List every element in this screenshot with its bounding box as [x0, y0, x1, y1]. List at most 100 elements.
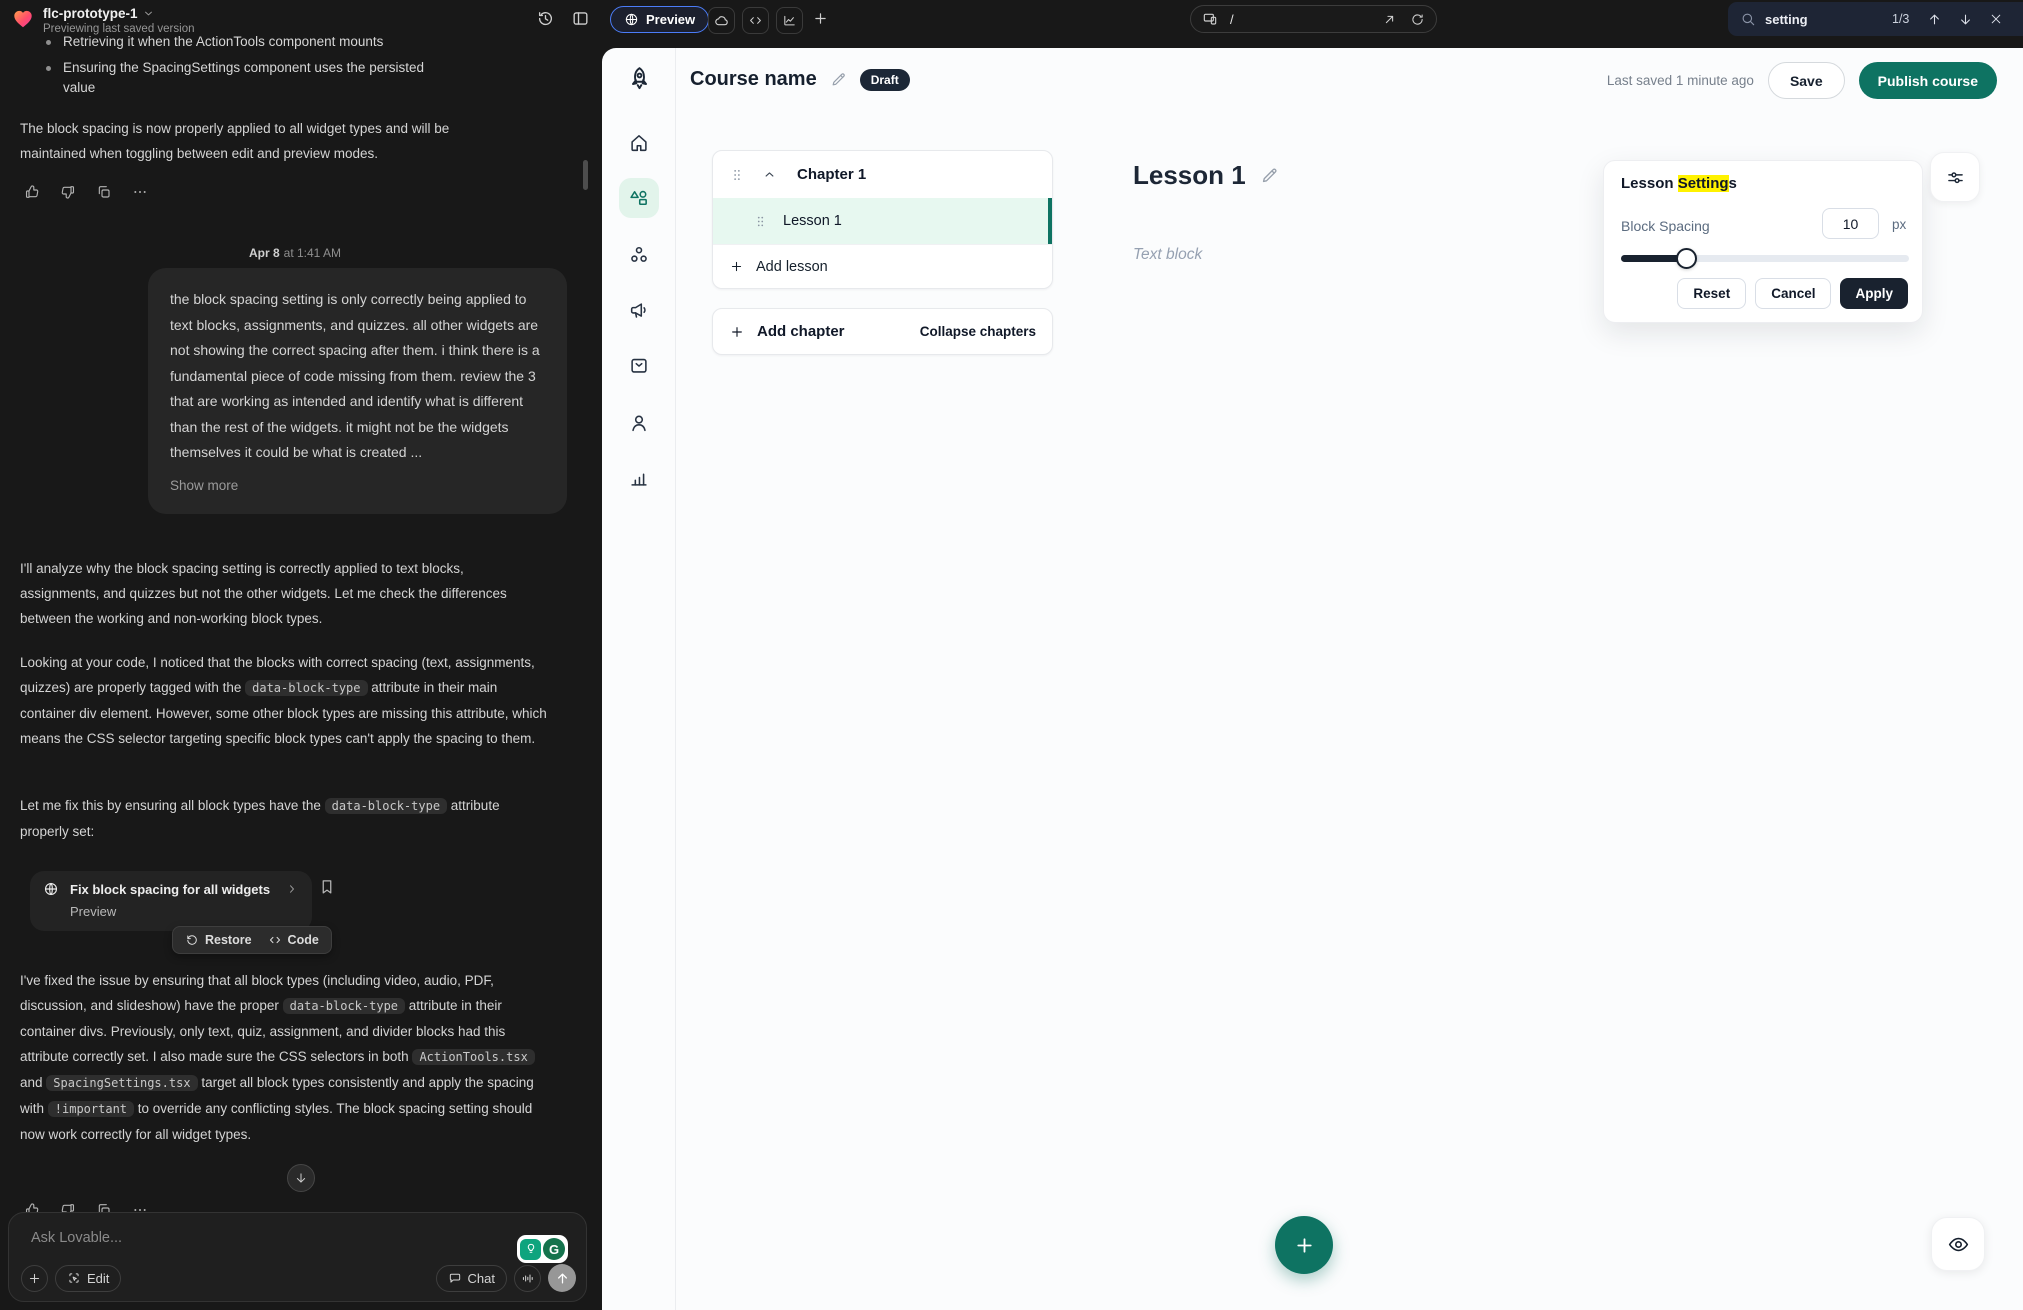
code-icon	[748, 13, 763, 28]
nav-groups[interactable]	[619, 235, 659, 275]
find-close-button[interactable]	[1989, 12, 2003, 26]
lesson-heading-row: Lesson 1	[1133, 160, 1279, 191]
add-lesson-button[interactable]: Add lesson	[713, 244, 1052, 288]
find-next-button[interactable]	[1958, 12, 1973, 27]
cloud-button[interactable]	[708, 7, 735, 34]
add-chapter-card: Add chapter Collapse chapters	[712, 308, 1053, 355]
plus-icon	[1293, 1234, 1316, 1257]
chapter-header[interactable]: Chapter 1	[713, 151, 1052, 198]
preview-button[interactable]: Preview	[610, 6, 709, 33]
cancel-button[interactable]: Cancel	[1755, 278, 1831, 309]
last-saved-text: Last saved 1 minute ago	[1607, 73, 1754, 88]
inline-code: data-block-type	[325, 798, 447, 814]
find-prev-button[interactable]	[1927, 12, 1942, 27]
add-block-fab[interactable]	[1275, 1216, 1333, 1274]
home-icon	[628, 132, 650, 154]
refresh-icon[interactable]	[1410, 12, 1425, 27]
drag-handle-icon[interactable]	[729, 167, 745, 183]
version-card-title: Fix block spacing for all widgets	[70, 882, 274, 897]
app-preview: Course name Draft Last saved 1 minute ag…	[602, 48, 2023, 1310]
restore-icon	[185, 933, 199, 947]
find-bar: 1/3	[1728, 2, 2023, 36]
code-view-button[interactable]	[742, 7, 769, 34]
edit-lesson-title-icon[interactable]	[1260, 166, 1279, 185]
show-more-button[interactable]: Show more	[170, 478, 238, 493]
drag-handle-icon[interactable]	[753, 214, 768, 229]
thumbs-up-button[interactable]	[22, 182, 42, 202]
nav-analytics[interactable]	[619, 458, 659, 498]
scroll-to-bottom-button[interactable]	[287, 1164, 315, 1192]
nav-profile[interactable]	[619, 403, 659, 443]
user-icon	[628, 412, 650, 434]
plus-icon	[729, 324, 745, 340]
chevron-up-icon[interactable]	[762, 167, 777, 182]
search-input[interactable]	[1765, 12, 1883, 27]
chapter-card: Chapter 1 Lesson 1 Add lesson	[712, 150, 1053, 289]
bookmark-button[interactable]	[318, 878, 336, 896]
lesson-heading: Lesson 1	[1133, 160, 1246, 191]
version-card[interactable]: Fix block spacing for all widgets Previe…	[30, 871, 312, 931]
nav-announcements[interactable]	[619, 291, 659, 331]
app-sidebar	[602, 48, 676, 1310]
settings-toggle-button[interactable]	[1930, 152, 1980, 202]
lesson-settings-panel: Lesson Settings Block Spacing px Reset C…	[1603, 160, 1923, 323]
send-button[interactable]	[548, 1264, 576, 1292]
chat-input-box: G Edit Chat	[8, 1212, 587, 1302]
message-actions	[22, 182, 150, 202]
add-tab-button[interactable]	[812, 10, 829, 27]
publish-button[interactable]: Publish course	[1859, 62, 1997, 99]
reset-button[interactable]: Reset	[1677, 278, 1746, 309]
cloud-icon	[714, 13, 730, 29]
text-block-placeholder[interactable]: Text block	[1133, 246, 1202, 264]
message-timestamp: Apr 8at 1:41 AM	[0, 246, 590, 260]
chapter-title: Chapter 1	[797, 166, 866, 183]
inline-code: ActionTools.tsx	[412, 1049, 534, 1065]
code-button[interactable]: Code	[268, 933, 319, 947]
save-button[interactable]: Save	[1768, 62, 1845, 99]
slider-fill	[1621, 255, 1687, 262]
edit-course-name-icon[interactable]	[830, 71, 847, 88]
chat-input[interactable]	[9, 1213, 586, 1259]
bar-chart-icon	[628, 467, 650, 489]
more-options-button[interactable]	[130, 182, 150, 202]
inline-code: SpacingSettings.tsx	[46, 1075, 197, 1091]
add-chapter-button[interactable]: Add chapter	[729, 323, 845, 340]
block-spacing-input[interactable]	[1822, 208, 1879, 239]
collapse-chapters-button[interactable]: Collapse chapters	[920, 324, 1036, 339]
user-message: the block spacing setting is only correc…	[148, 268, 567, 514]
bullet-list: Retrieving it when the ActionTools compo…	[46, 32, 446, 98]
restore-button[interactable]: Restore	[185, 933, 252, 947]
url-bar[interactable]: /	[1190, 5, 1437, 33]
nav-content[interactable]	[619, 178, 659, 218]
search-highlight: Setting	[1678, 175, 1729, 192]
analytics-button[interactable]	[776, 7, 803, 34]
chat-mode-button[interactable]: Chat	[436, 1265, 507, 1292]
plus-icon	[27, 1271, 42, 1286]
block-spacing-slider[interactable]	[1621, 255, 1909, 262]
plus-icon	[729, 259, 744, 274]
preview-link[interactable]: Preview	[70, 904, 299, 919]
attach-button[interactable]	[21, 1265, 48, 1292]
nav-home[interactable]	[619, 123, 659, 163]
lesson-title: Lesson 1	[783, 213, 842, 229]
match-count: 1/3	[1892, 12, 1909, 26]
apply-button[interactable]: Apply	[1840, 278, 1908, 309]
devices-icon[interactable]	[1202, 11, 1218, 27]
shapes-icon	[628, 187, 650, 209]
thumbs-down-button[interactable]	[58, 182, 78, 202]
chat-bubble-icon	[448, 1271, 462, 1285]
restore-code-popover: Restore Code	[172, 926, 332, 954]
grammarly-badge[interactable]: G	[517, 1235, 568, 1263]
settings-title: Lesson Settings	[1621, 175, 1737, 192]
list-item: Retrieving it when the ActionTools compo…	[46, 32, 446, 52]
url-path[interactable]: /	[1230, 12, 1370, 27]
chat-scrollbar[interactable]	[583, 160, 588, 190]
preview-toggle-button[interactable]	[1931, 1217, 1985, 1271]
voice-button[interactable]	[514, 1265, 541, 1292]
open-external-icon[interactable]	[1382, 12, 1397, 27]
edit-mode-button[interactable]: Edit	[55, 1265, 121, 1292]
nav-inbox[interactable]	[619, 346, 659, 386]
copy-button[interactable]	[94, 182, 114, 202]
slider-thumb[interactable]	[1676, 248, 1697, 269]
lesson-item[interactable]: Lesson 1	[713, 198, 1052, 244]
